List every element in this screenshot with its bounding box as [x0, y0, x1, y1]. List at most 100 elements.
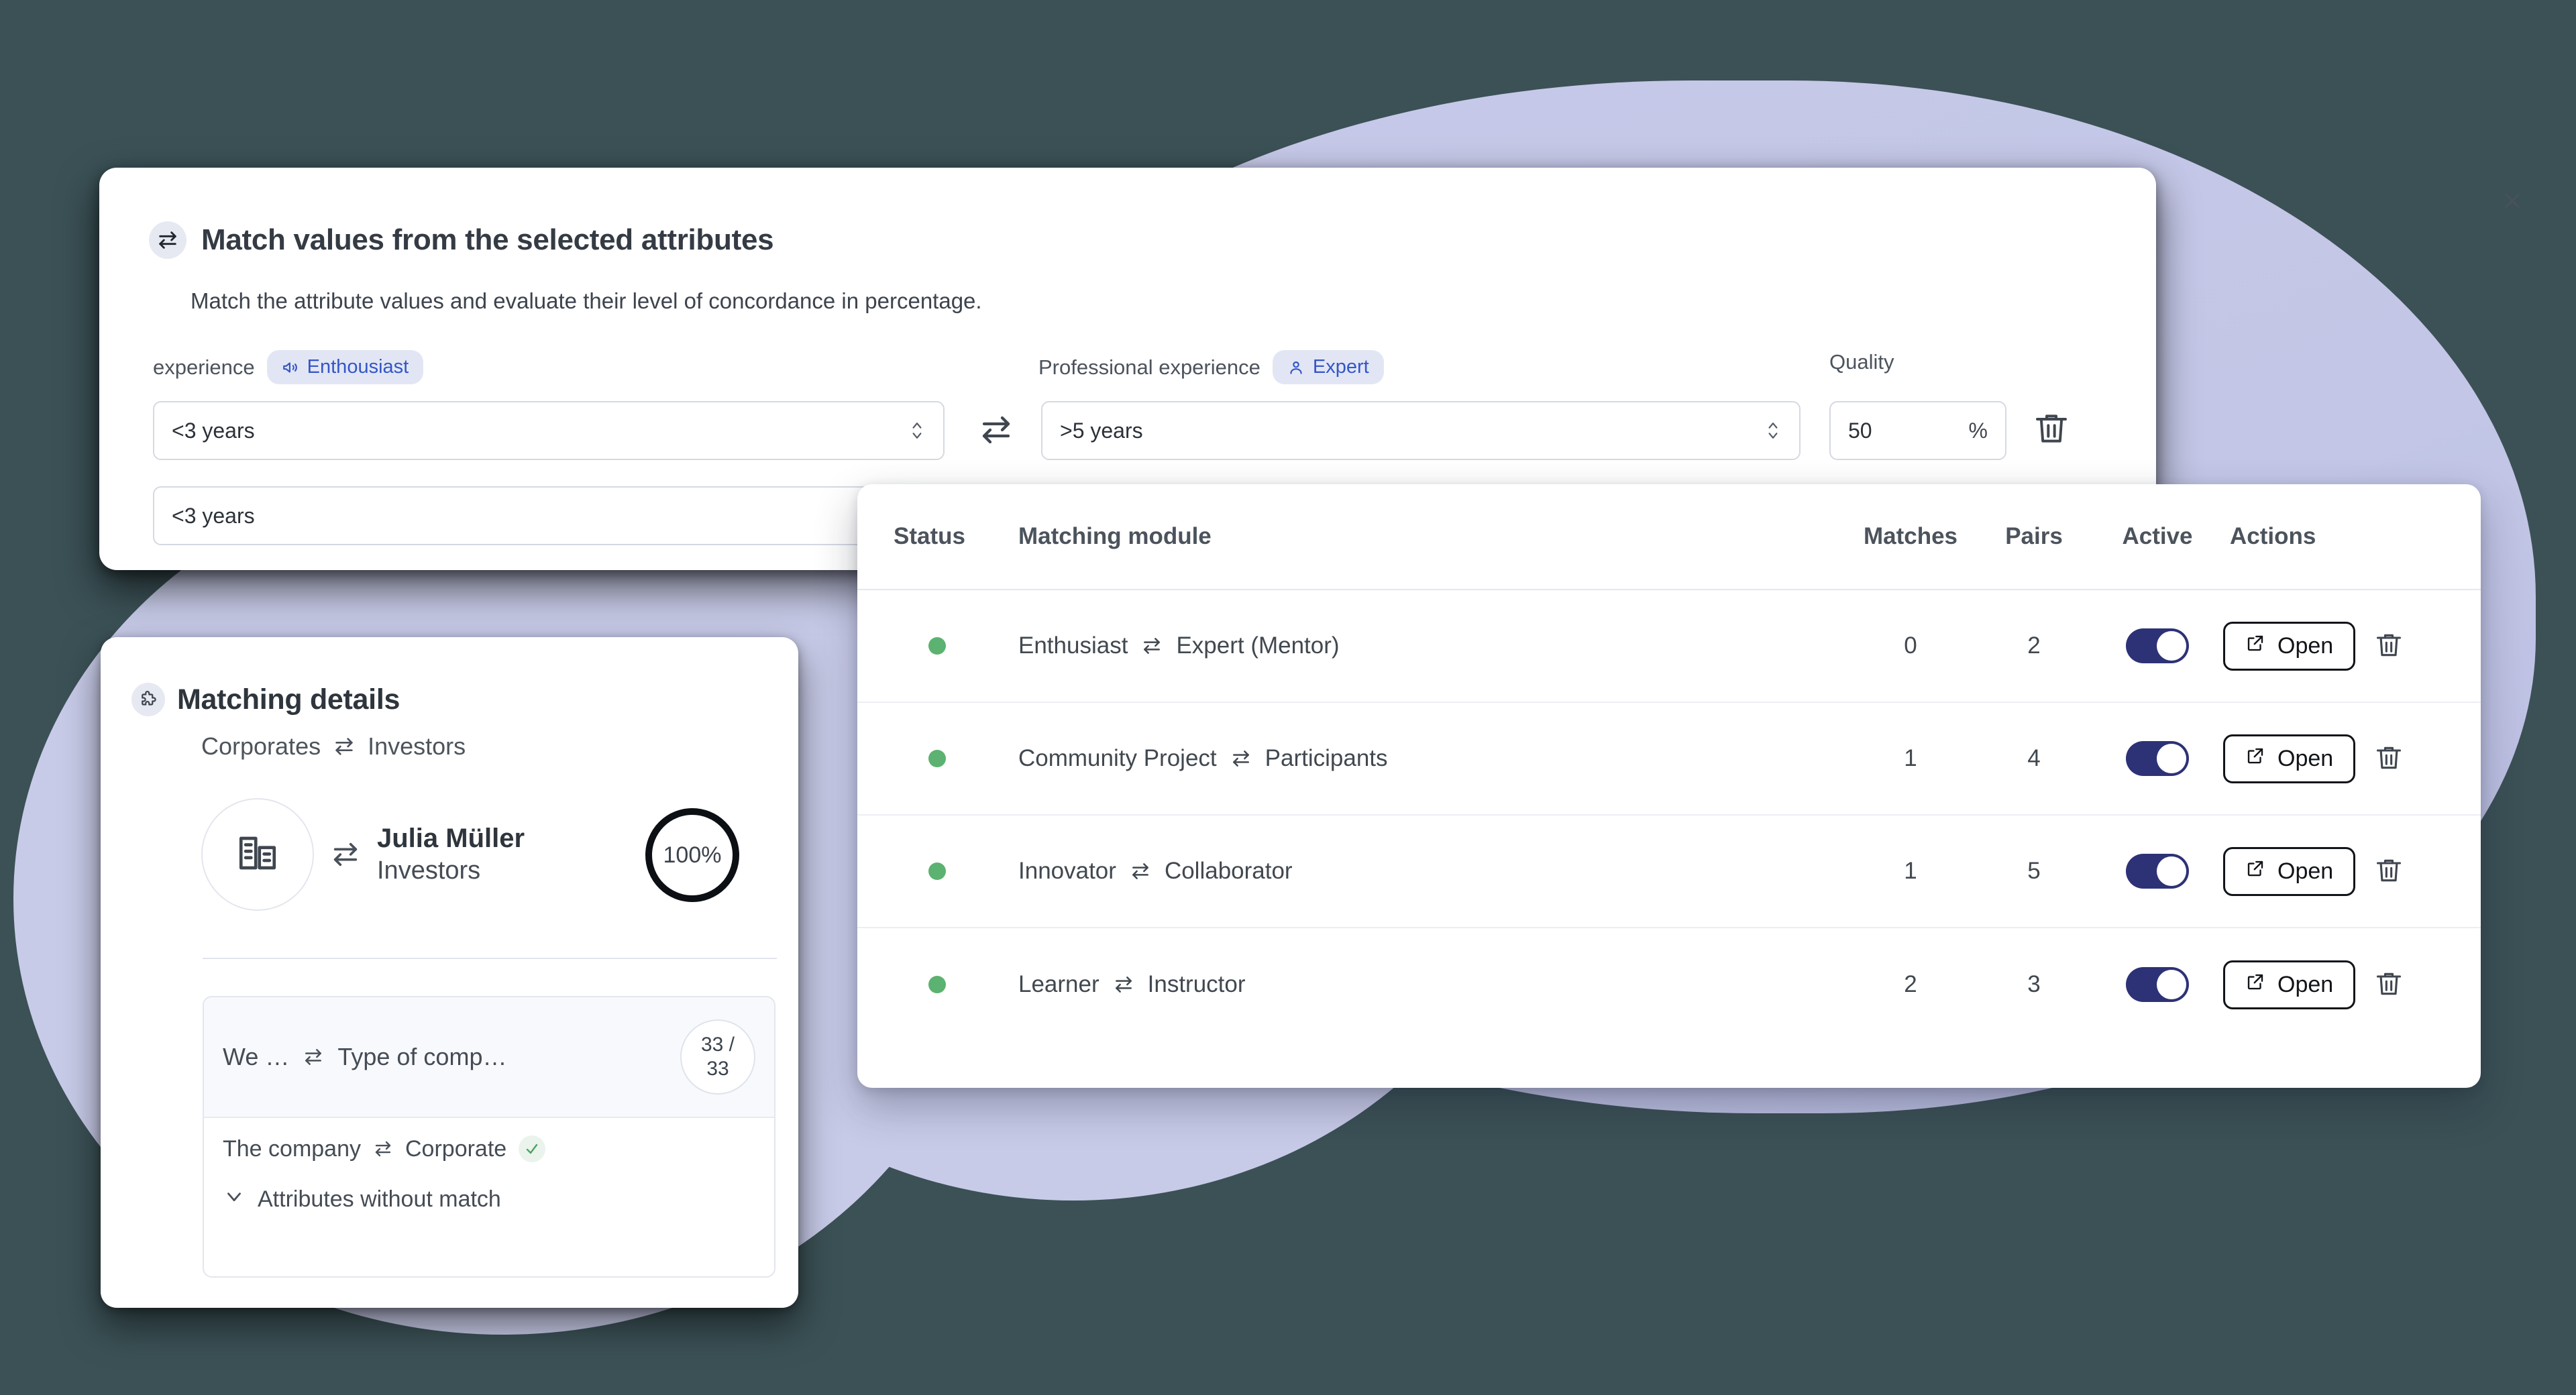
left-experience-value-2: <3 years	[172, 503, 255, 528]
expert-tag[interactable]: Expert	[1272, 350, 1384, 384]
ratio-numerator: 33 /	[700, 1034, 735, 1056]
details-subtitle-left: Corporates	[201, 732, 321, 760]
open-button-label: Open	[2277, 858, 2334, 884]
matched-pair-row: Julia Müller Investors	[201, 798, 525, 911]
delete-row-icon[interactable]	[2374, 967, 2404, 1002]
close-icon[interactable]: ×	[2497, 185, 2528, 216]
matches-value: 2	[1904, 971, 1917, 997]
active-cell	[2092, 628, 2223, 663]
module-cell: Enthusiast Expert (Mentor)	[1018, 632, 1845, 659]
chevron-down-icon	[223, 1185, 246, 1214]
column-header-matches: Matches	[1863, 523, 1958, 549]
swap-values-icon[interactable]	[978, 412, 1014, 448]
person-icon	[1287, 359, 1305, 376]
megaphone-icon	[282, 359, 299, 376]
attribute-row-right: Corporate	[405, 1135, 507, 1162]
attribute-summary-row[interactable]: We … Type of comp… 33 / 33	[204, 997, 774, 1118]
status-badge	[928, 862, 946, 880]
status-cell	[894, 976, 1018, 993]
active-toggle[interactable]	[2126, 967, 2189, 1002]
left-experience-value: <3 years	[172, 418, 255, 443]
building-icon	[235, 831, 280, 879]
left-experience-select[interactable]: <3 years	[153, 401, 945, 460]
delete-row-icon[interactable]	[2374, 741, 2404, 776]
external-link-icon	[2245, 972, 2265, 998]
table-row: Enthusiast Expert (Mentor) 0 2 Open	[857, 590, 2481, 703]
active-toggle[interactable]	[2126, 628, 2189, 663]
active-cell	[2092, 854, 2223, 889]
swap-arrows-icon	[1130, 860, 1151, 882]
match-percentage-ring: 100%	[645, 808, 739, 902]
open-button[interactable]: Open	[2223, 734, 2356, 783]
status-cell	[894, 750, 1018, 767]
avatar	[201, 798, 314, 911]
modal-header: Match values from the selected attribute…	[149, 221, 774, 259]
actions-cell: Open	[2223, 960, 2445, 1009]
open-button[interactable]: Open	[2223, 960, 2356, 1009]
left-field-label: experience	[153, 355, 255, 379]
enthousiast-tag[interactable]: Enthousiast	[266, 350, 424, 384]
attributes-without-match-toggle[interactable]: Attributes without match	[223, 1185, 755, 1214]
attribute-ratio-badge: 33 / 33	[680, 1019, 755, 1095]
active-toggle[interactable]	[2126, 741, 2189, 776]
matches-value: 1	[1904, 858, 1917, 884]
module-cell: Learner Instructor	[1018, 971, 1845, 998]
attributes-without-match-label: Attributes without match	[258, 1186, 501, 1212]
right-experience-value: >5 years	[1060, 418, 1143, 443]
status-badge	[928, 976, 946, 993]
attribute-summary-right: Type of comp…	[337, 1043, 507, 1070]
module-right-label: Instructor	[1147, 971, 1246, 997]
actions-cell: Open	[2223, 621, 2445, 671]
status-cell	[894, 862, 1018, 880]
quality-input[interactable]: 50 %	[1829, 401, 2006, 460]
matching-modules-table: Status Matching module Matches Pairs Act…	[857, 484, 2481, 1041]
open-button[interactable]: Open	[2223, 846, 2356, 896]
column-header-status: Status	[894, 523, 965, 549]
quality-label: Quality	[1829, 350, 1894, 374]
status-badge	[928, 637, 946, 655]
column-header-pairs: Pairs	[2005, 523, 2063, 549]
swap-arrows-icon	[373, 1139, 393, 1159]
module-left-label: Learner	[1018, 971, 1099, 997]
swap-arrows-icon	[1113, 974, 1134, 995]
swap-arrows-icon	[330, 839, 361, 870]
matching-details-header: Matching details	[131, 683, 400, 716]
column-header-module: Matching module	[1018, 523, 1212, 549]
attribute-rows: The company Corporate Attributes without…	[204, 1118, 774, 1214]
swap-arrows-icon	[303, 1046, 324, 1068]
matches-value: 0	[1904, 632, 1917, 659]
module-right-label: Participants	[1265, 745, 1388, 771]
external-link-icon	[2245, 633, 2265, 659]
divider	[203, 958, 777, 959]
right-field-header: Professional experience Expert	[1038, 350, 1384, 384]
quality-unit: %	[1968, 418, 1988, 443]
matches-value: 1	[1904, 745, 1917, 771]
open-button[interactable]: Open	[2223, 621, 2356, 671]
matching-details-title: Matching details	[177, 683, 400, 716]
left-field-header: experience Enthousiast	[153, 350, 424, 384]
delete-row-icon[interactable]	[2033, 408, 2070, 452]
actions-cell: Open	[2223, 734, 2445, 783]
delete-row-icon[interactable]	[2374, 628, 2404, 663]
delete-row-icon[interactable]	[2374, 854, 2404, 889]
module-right-label: Expert (Mentor)	[1176, 632, 1340, 659]
left-experience-select-secondary[interactable]: <3 years	[153, 486, 945, 545]
attribute-row-left: The company	[223, 1135, 361, 1162]
right-experience-select[interactable]: >5 years	[1041, 401, 1801, 460]
match-percentage-value: 100%	[663, 842, 722, 868]
external-link-icon	[2245, 858, 2265, 885]
actions-cell: Open	[2223, 846, 2445, 896]
quality-value: 50	[1848, 418, 1872, 443]
matching-modules-table-card: Status Matching module Matches Pairs Act…	[857, 484, 2481, 1088]
column-header-actions: Actions	[2230, 523, 2316, 549]
quality-field-header: Quality	[1829, 350, 1894, 374]
module-left-label: Enthusiast	[1018, 632, 1128, 659]
attribute-summary-text: We … Type of comp…	[223, 1043, 506, 1071]
active-toggle[interactable]	[2126, 854, 2189, 889]
module-cell: Community Project Participants	[1018, 745, 1845, 772]
pairs-value: 4	[2027, 745, 2041, 771]
enthousiast-tag-label: Enthousiast	[307, 356, 409, 378]
module-right-label: Collaborator	[1164, 858, 1293, 884]
page-title: Match values from the selected attribute…	[201, 223, 774, 256]
column-header-active: Active	[2122, 523, 2193, 549]
